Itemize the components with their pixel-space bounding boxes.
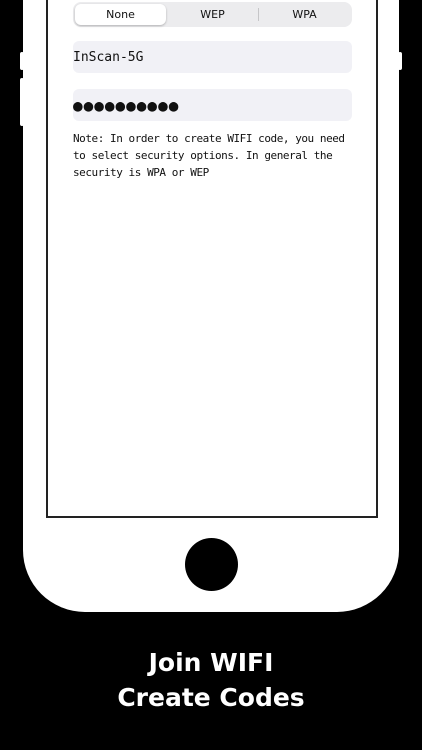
- segment-wep-label: WEP: [200, 8, 225, 21]
- ssid-value: InScan-5G: [73, 49, 144, 65]
- phone-screen: None WEP WPA InScan-5G ●●●●●●●●●● Note: …: [46, 0, 378, 518]
- promo-screen: None WEP WPA InScan-5G ●●●●●●●●●● Note: …: [0, 0, 422, 750]
- home-button: [185, 538, 238, 591]
- segment-wpa-label: WPA: [292, 8, 317, 21]
- segment-none-label: None: [106, 8, 135, 21]
- segment-none[interactable]: None: [75, 4, 166, 25]
- segment-wep[interactable]: WEP: [167, 4, 258, 25]
- password-field[interactable]: ●●●●●●●●●●: [73, 89, 352, 121]
- caption-line-1: Join WIFI: [148, 648, 274, 677]
- password-value: ●●●●●●●●●●: [73, 95, 180, 115]
- ssid-field[interactable]: InScan-5G: [73, 41, 352, 73]
- promo-caption: Join WIFI Create Codes: [0, 645, 422, 715]
- segment-wpa[interactable]: WPA: [259, 4, 350, 25]
- security-segmented-control[interactable]: None WEP WPA: [73, 2, 352, 27]
- caption-line-2: Create Codes: [117, 683, 305, 712]
- security-note: Note: In order to create WIFI code, you …: [73, 132, 345, 179]
